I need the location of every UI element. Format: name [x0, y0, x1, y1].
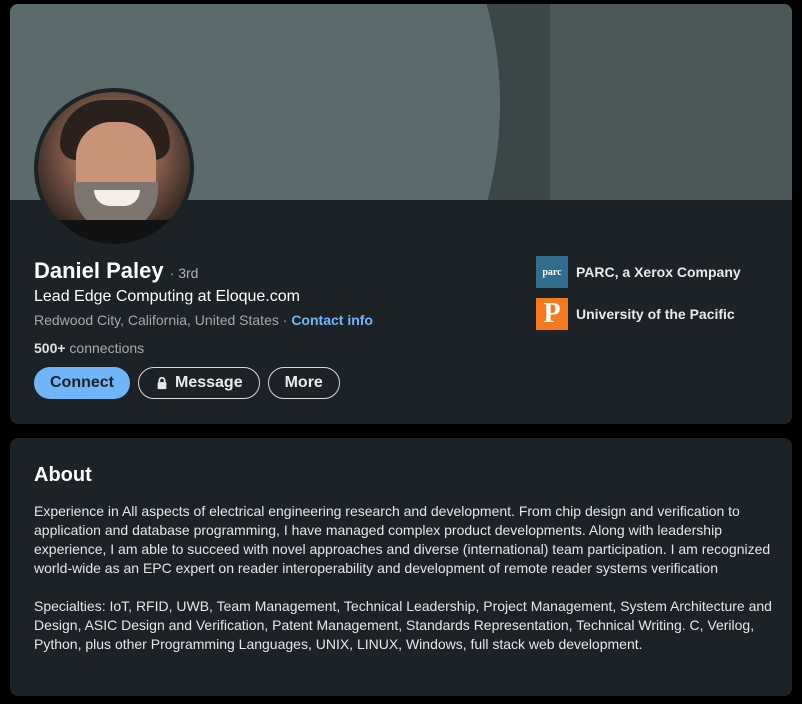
- about-title: About: [34, 464, 92, 486]
- connections-count[interactable]: 500+ connections: [34, 340, 144, 356]
- location-row: Redwood City, California, United States …: [34, 312, 373, 328]
- org-name: University of the Pacific: [576, 306, 735, 322]
- about-text: Experience in All aspects of electrical …: [34, 503, 772, 652]
- org-item-university[interactable]: P University of the Pacific: [536, 298, 741, 330]
- more-button[interactable]: More: [267, 367, 340, 399]
- org-name: PARC, a Xerox Company: [576, 264, 741, 280]
- org-item-parc[interactable]: parc PARC, a Xerox Company: [536, 256, 741, 288]
- university-logo: P: [536, 298, 568, 330]
- profile-actions: Connect Message More: [34, 367, 340, 399]
- profile-organizations: parc PARC, a Xerox Company P University …: [536, 256, 741, 340]
- about-card: About Experience in All aspects of elect…: [10, 438, 792, 696]
- connections-number: 500+: [34, 340, 66, 356]
- profile-name: Daniel Paley: [34, 258, 164, 283]
- lock-icon: [157, 376, 167, 390]
- profile-location: Redwood City, California, United States …: [34, 312, 292, 328]
- connection-degree: · 3rd: [169, 265, 199, 281]
- connect-button[interactable]: Connect: [34, 367, 130, 399]
- profile-card: Daniel Paley · 3rd Lead Edge Computing a…: [10, 4, 792, 424]
- name-row: Daniel Paley · 3rd: [34, 258, 198, 284]
- parc-logo: parc: [536, 256, 568, 288]
- profile-headline: Lead Edge Computing at Eloque.com: [34, 288, 300, 305]
- connections-label: connections: [65, 340, 145, 356]
- message-button[interactable]: Message: [138, 367, 260, 399]
- contact-info-link[interactable]: Contact info: [291, 312, 373, 328]
- message-button-label: Message: [175, 374, 243, 391]
- profile-photo[interactable]: [34, 88, 194, 248]
